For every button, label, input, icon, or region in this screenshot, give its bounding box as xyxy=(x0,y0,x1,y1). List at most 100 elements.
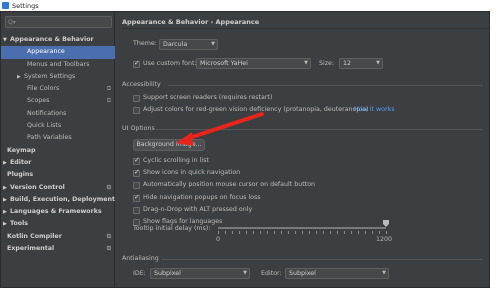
font-size-label: Size: xyxy=(319,60,335,67)
sidebar-item[interactable]: Keymap xyxy=(1,145,115,157)
slider-tick xyxy=(267,231,268,234)
sidebar-item[interactable]: Menus and Toolbars xyxy=(1,59,115,71)
slider-tick xyxy=(302,231,303,234)
ui-option-label: Automatically position mouse cursor on d… xyxy=(143,181,315,189)
sidebar-item[interactable]: Appearance xyxy=(1,46,115,59)
sidebar-item-label: System Settings xyxy=(24,72,76,80)
theme-label: Theme: xyxy=(133,40,157,47)
sidebar-item[interactable]: Kotlin Compiler ⧉ xyxy=(1,231,115,243)
sidebar-item-label: Kotlin Compiler xyxy=(7,232,62,240)
ui-options-title: UI Options xyxy=(122,125,155,132)
ui-options-divider xyxy=(156,129,483,130)
slider-min-label: 0 xyxy=(216,236,221,243)
slider-tick xyxy=(344,231,345,234)
slider-handle[interactable] xyxy=(383,220,389,227)
sidebar-item-label: Build, Execution, Deployment xyxy=(10,195,116,203)
settings-tree: ▼ Appearance & Behavior Appearance Menus an… xyxy=(1,34,115,255)
app-icon xyxy=(2,2,9,9)
ui-option-checkbox[interactable] xyxy=(133,206,140,214)
sidebar-item-label: File Colors xyxy=(27,85,60,93)
chevron-right-icon[interactable]: ▶ xyxy=(3,194,7,206)
slider-tick xyxy=(260,231,261,234)
slider-tick xyxy=(386,231,387,234)
sidebar-item[interactable]: File Colors ⧉ xyxy=(1,83,115,95)
ui-option-checkbox[interactable] xyxy=(133,193,140,202)
sidebar-item[interactable]: Path Variables xyxy=(1,132,115,144)
sidebar-item[interactable]: Scopes ⧉ xyxy=(1,95,115,107)
sidebar-item-label: Keymap xyxy=(7,146,36,154)
search-input[interactable]: Q▾ xyxy=(5,16,112,28)
background-image-button[interactable]: Background Image... xyxy=(133,139,205,151)
sidebar-item-label: Path Variables xyxy=(27,134,72,142)
sidebar-item[interactable]: Experimental ⧉ xyxy=(1,243,115,255)
slider-tick xyxy=(239,231,240,234)
sidebar-item[interactable]: ▶ Version Control ⧉ xyxy=(1,182,115,194)
slider-tick xyxy=(309,231,310,234)
sidebar-item-label: Experimental xyxy=(7,245,55,253)
font-family-select[interactable]: Microsoft YaHei ▼ xyxy=(196,58,311,69)
ide-aa-select[interactable]: Subpixel ▼ xyxy=(150,268,250,279)
sidebar-item-label: Notifications xyxy=(27,109,67,117)
custom-font-checkbox[interactable] xyxy=(133,59,140,68)
sidebar-item[interactable]: ▶ Editor xyxy=(1,157,115,169)
search-icon: Q▾ xyxy=(8,18,16,26)
editor-aa-select[interactable]: Subpixel ▼ xyxy=(285,268,389,279)
ui-option-label: Cyclic scrolling in list xyxy=(143,157,209,164)
editor-aa-label: Editor: xyxy=(261,270,282,277)
how-it-works-link[interactable]: How it works xyxy=(354,106,394,113)
accessibility-divider xyxy=(168,85,483,86)
slider-max-label: 1200 xyxy=(376,236,393,243)
sidebar-item[interactable]: Notifications xyxy=(1,108,115,120)
color-deficiency-label: Adjust colors for red-green vision defic… xyxy=(143,106,369,113)
chevron-down-icon[interactable]: ▼ xyxy=(3,34,7,46)
breadcrumb: Appearance & Behavior › Appearance xyxy=(122,18,260,26)
slider-tick xyxy=(274,231,275,234)
slider-tick xyxy=(218,231,219,234)
font-family-value: Microsoft YaHei xyxy=(200,60,248,67)
color-deficiency-checkbox[interactable] xyxy=(133,107,140,114)
tooltip-delay-slider[interactable] xyxy=(218,227,386,229)
sidebar-item-label: Editor xyxy=(10,158,32,166)
sidebar-item[interactable]: ▼ Appearance & Behavior xyxy=(1,34,115,46)
slider-tick xyxy=(253,231,254,234)
settings-window: Settings Q▾ ▼ Appearance & Behavior Appear… xyxy=(0,0,496,290)
slider-tick xyxy=(337,231,338,234)
ui-option-checkbox[interactable] xyxy=(133,168,140,178)
title-bar: Settings xyxy=(0,0,496,11)
font-size-value: 12 xyxy=(343,60,352,67)
ui-option-checkbox[interactable] xyxy=(133,182,140,190)
ui-option-checkbox[interactable] xyxy=(133,156,140,165)
chevron-right-icon[interactable]: ▶ xyxy=(3,218,7,230)
antialiasing-title: Antialiasing xyxy=(122,255,159,262)
sidebar-item[interactable]: ▶ Languages & Frameworks xyxy=(1,206,115,218)
slider-tick xyxy=(323,231,324,234)
font-size-select[interactable]: 12 ▼ xyxy=(339,58,383,69)
slider-tick xyxy=(365,231,366,234)
project-scope-icon: ⧉ xyxy=(106,183,111,191)
sidebar-item[interactable]: ▶ Tools xyxy=(1,218,115,230)
sidebar-item-label: Tools xyxy=(10,220,29,228)
chevron-right-icon[interactable]: ▶ xyxy=(17,71,21,83)
project-scope-icon: ⧉ xyxy=(106,97,111,105)
chevron-down-icon: ▼ xyxy=(382,270,386,276)
accessibility-title: Accessibility xyxy=(122,81,161,88)
chevron-right-icon[interactable]: ▶ xyxy=(3,157,7,169)
slider-tick xyxy=(379,231,380,234)
ui-option-label: Show flags for languages xyxy=(143,218,223,225)
sidebar-item[interactable]: Plugins xyxy=(1,169,115,181)
chevron-right-icon[interactable]: ▶ xyxy=(3,206,7,218)
slider-tick xyxy=(330,231,331,234)
sidebar-item-label: Version Control xyxy=(10,183,65,191)
slider-tick xyxy=(358,231,359,234)
chevron-down-icon: ▼ xyxy=(376,60,380,66)
theme-select[interactable]: Darcula ▼ xyxy=(159,39,218,50)
chevron-right-icon[interactable]: ▶ xyxy=(3,182,7,194)
slider-tick xyxy=(316,231,317,234)
screen-readers-checkbox[interactable] xyxy=(133,95,140,102)
sidebar-item[interactable]: ▶ Build, Execution, Deployment xyxy=(1,194,115,206)
sidebar-item[interactable]: ▶ System Settings xyxy=(1,71,115,83)
sidebar-item-label: Languages & Frameworks xyxy=(10,208,102,216)
slider-tick xyxy=(372,231,373,234)
sidebar-item[interactable]: Quick Lists xyxy=(1,120,115,132)
project-scope-icon: ⧉ xyxy=(106,245,111,253)
